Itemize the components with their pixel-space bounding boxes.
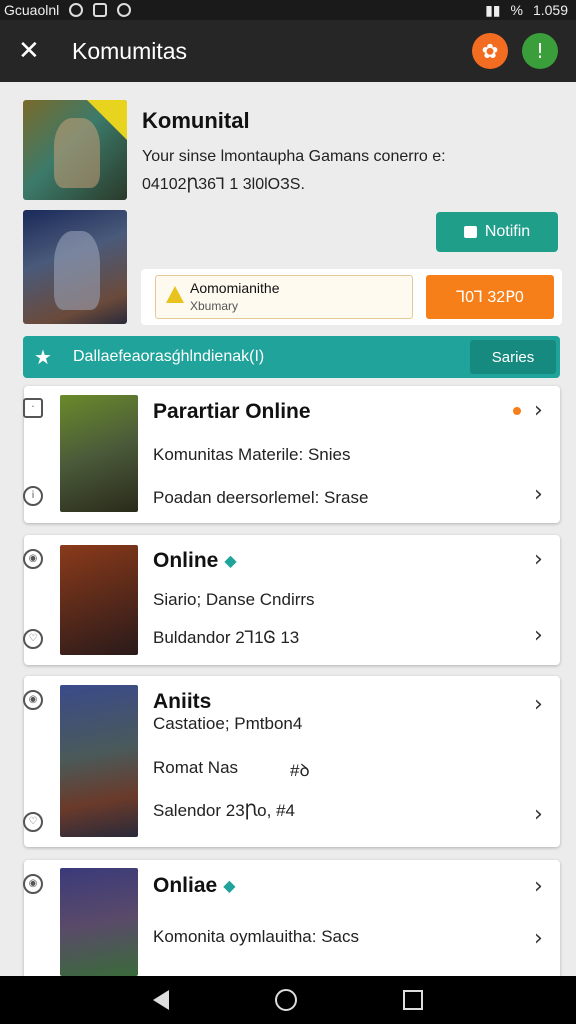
heart-icon: ♡: [23, 812, 43, 832]
close-icon[interactable]: ✕: [18, 36, 52, 66]
item-thumbnail: [60, 395, 138, 512]
item-thumbnail: [60, 545, 138, 655]
status-time: 1.059: [532, 2, 568, 18]
community-description: Your sinse lmontaupha Gamans conerro e:: [142, 148, 446, 165]
chevron-right-icon[interactable]: ›: [534, 926, 543, 951]
list-item[interactable]: ◉ ♡ Aniits › Castatioe; Pmtbon4 Romat Na…: [23, 676, 560, 847]
item-title: Aniits: [153, 690, 212, 713]
signal-icon: ▮▮: [485, 1, 501, 18]
warning-box: Aomomianithe Xbumary: [155, 275, 413, 319]
alert-icon[interactable]: !: [522, 33, 558, 69]
community-header: Komunital Your sinse lmontaupha Gamans c…: [10, 88, 566, 328]
square-icon: ·: [23, 398, 43, 418]
community-id: 04102Ꞃ36Ꞁ 1 3l0lOЗS.: [142, 176, 305, 193]
page-title: Komumitas: [72, 37, 188, 64]
status-sync-icon: [117, 3, 132, 17]
recent-apps-icon[interactable]: [403, 990, 423, 1010]
list-item[interactable]: · i Parartiar Online › Komunitas Materil…: [23, 386, 560, 523]
chevron-right-icon[interactable]: ›: [534, 547, 543, 572]
system-nav-bar: [0, 976, 576, 1024]
filter-banner[interactable]: ★ Dallaefeaorasǵhlndienak(I) Saries: [23, 336, 560, 378]
info-icon: i: [23, 486, 43, 506]
warning-icon: [166, 286, 184, 303]
app-bar: ✕ Komumitas ✿ !: [0, 20, 576, 82]
item-title: Parartiar Online: [153, 400, 311, 423]
eye-icon: ◉: [23, 549, 43, 569]
series-button[interactable]: Saries: [470, 340, 556, 374]
chevron-right-icon[interactable]: ›: [534, 874, 543, 899]
back-icon[interactable]: [153, 990, 169, 1010]
notify-button[interactable]: Notifin: [436, 212, 558, 252]
info-panel: Aomomianithe Xbumary Ꞁ0Ꞁ 32ꓑ0: [141, 269, 562, 325]
item-detail: Buldandor 2Ꞁ1Ꮆ 13: [153, 628, 300, 647]
item-detail: Komunitas Materile: Snies: [153, 445, 351, 464]
status-carrier-text: Gcuaolnl: [4, 2, 60, 18]
community-title: Komunital: [142, 108, 250, 133]
chevron-right-icon[interactable]: ›: [534, 398, 543, 423]
heart-icon: ♡: [23, 629, 43, 649]
chevron-right-icon[interactable]: ›: [534, 802, 543, 827]
status-bar: Gcuaolnl ▮▮ % 1.059: [0, 0, 576, 20]
chevron-right-icon[interactable]: ›: [534, 692, 543, 717]
status-notification-icon: [93, 3, 108, 17]
item-detail: Salendor 23Ꞃo, #4: [153, 801, 295, 820]
warning-subtitle: Xbumary: [190, 299, 239, 313]
item-detail: Romat Nas: [153, 758, 239, 777]
item-detail-number: #ꝺ: [290, 761, 310, 780]
item-detail: Poadan deersorlemel: Srase: [153, 488, 369, 507]
settings-gear-icon[interactable]: ✿: [472, 33, 508, 69]
eye-icon: ◉: [23, 690, 43, 710]
status-app-icon: [69, 3, 84, 17]
item-title: Onliae ◆: [153, 874, 236, 897]
item-thumbnail: [60, 868, 138, 976]
item-thumbnail: [60, 685, 138, 837]
list-item[interactable]: ◉ Onliae ◆ › Komonita oymlauitha: Sacs ›: [23, 860, 560, 976]
chevron-right-icon[interactable]: ›: [534, 482, 543, 507]
join-button[interactable]: Ꞁ0Ꞁ 32ꓑ0: [426, 275, 554, 319]
battery-percent: %: [510, 2, 523, 18]
bell-icon: [463, 226, 477, 238]
chevron-right-icon[interactable]: ›: [534, 623, 543, 648]
item-title: Online ◆: [153, 549, 237, 572]
home-icon[interactable]: [275, 989, 297, 1011]
unread-dot: [513, 407, 521, 415]
notify-label: Notifin: [484, 223, 531, 240]
verified-icon: ◆: [224, 553, 237, 570]
star-icon: ★: [34, 345, 52, 369]
list-item[interactable]: ◉ ♡ Online ◆ › Siario; Danse Cndirrs Buld…: [23, 535, 560, 665]
warning-title: Aomomianithe: [190, 280, 280, 296]
banner-text: Dallaefeaorasǵhlndienak(I): [73, 348, 265, 365]
community-avatar-image: [23, 100, 127, 200]
item-detail: Siario; Danse Cndirrs: [153, 590, 315, 609]
item-detail: Komonita oymlauitha: Sacs: [153, 927, 359, 946]
community-cover-image: [23, 210, 127, 324]
verified-icon: ◆: [223, 878, 236, 895]
item-detail: Castatioe; Pmtbon4: [153, 714, 303, 733]
eye-icon: ◉: [23, 874, 43, 894]
